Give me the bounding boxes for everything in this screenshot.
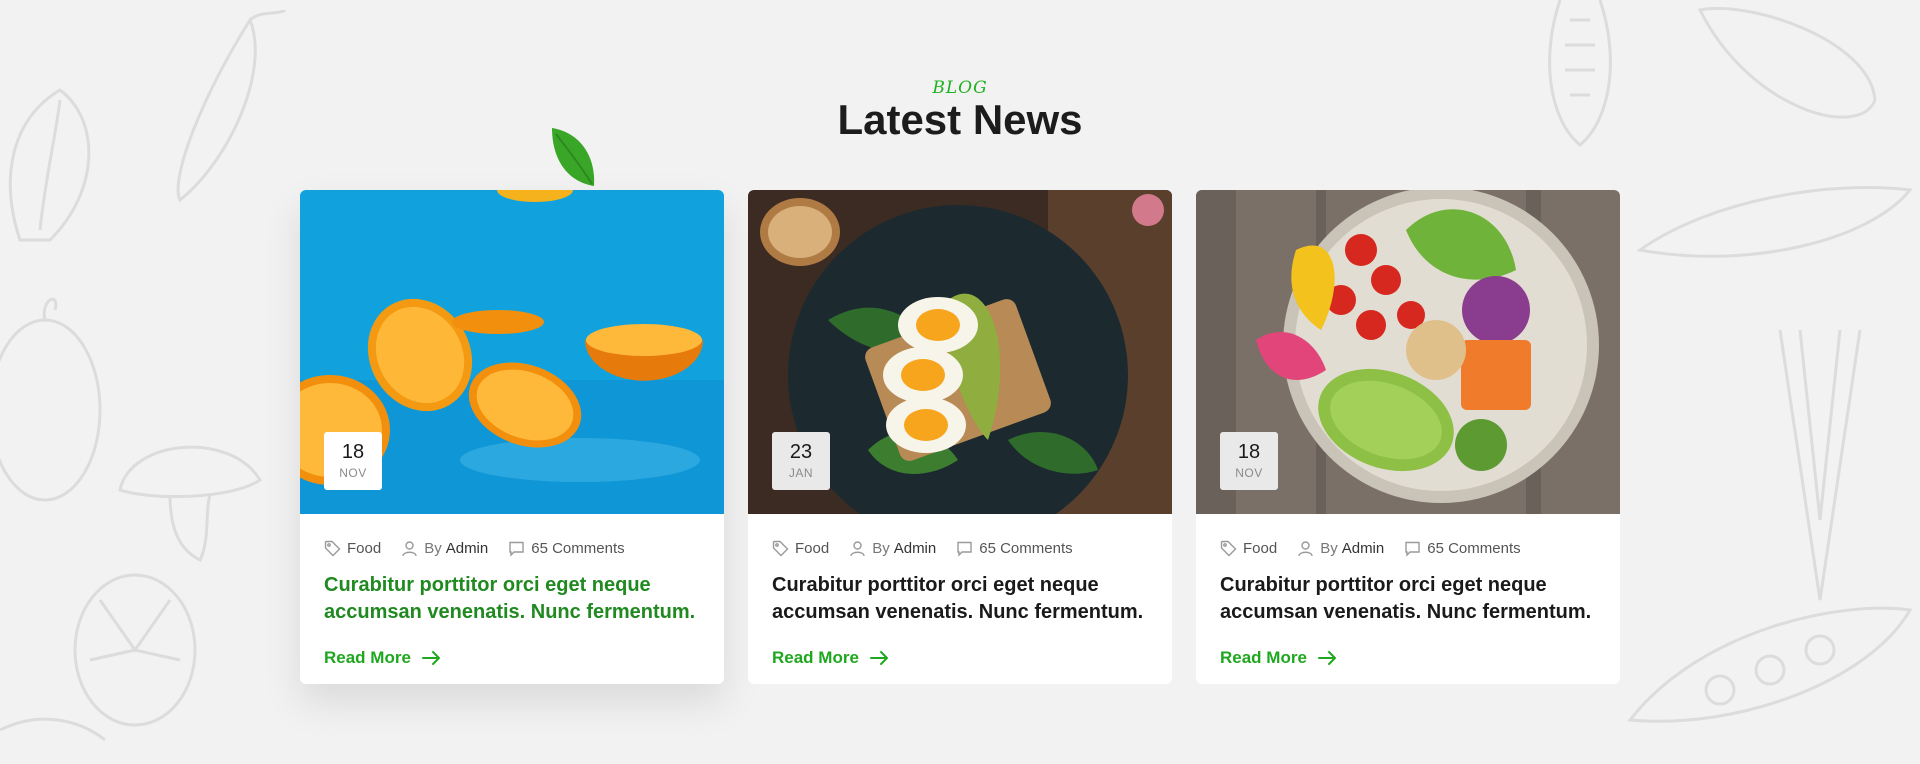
- user-icon: [850, 540, 865, 556]
- read-more-label: Read More: [772, 648, 859, 667]
- post-thumbnail[interactable]: 18 NOV: [300, 190, 724, 514]
- arrow-right-icon: [1317, 651, 1336, 665]
- date-badge: 18 NOV: [1220, 432, 1278, 490]
- comments-link[interactable]: 65 Comments: [956, 539, 1073, 557]
- comments-count: 65 Comments: [979, 539, 1073, 557]
- author-name: Admin: [1341, 539, 1385, 557]
- date-day: 23: [789, 441, 813, 463]
- date-month: NOV: [339, 466, 367, 480]
- post-thumbnail[interactable]: 23 JAN: [748, 190, 1172, 514]
- comments-link[interactable]: 65 Comments: [508, 539, 625, 557]
- comment-icon: [509, 541, 524, 557]
- section-title: Latest News: [837, 96, 1083, 143]
- tag-icon: [772, 540, 789, 556]
- post-title[interactable]: Curabitur porttitor orci eget neque accu…: [1220, 572, 1600, 626]
- read-more-label: Read More: [324, 648, 411, 667]
- date-month: JAN: [788, 466, 814, 480]
- tag-icon: [324, 540, 341, 556]
- card-body: Food By Admin 65 Comments Curabitur port…: [1196, 514, 1620, 668]
- post-meta: Food By Admin 65 Comments: [324, 538, 700, 558]
- date-badge: 23 JAN: [772, 432, 830, 490]
- comments-count: 65 Comments: [1427, 539, 1521, 557]
- post-thumbnail[interactable]: 18 NOV: [1196, 190, 1620, 514]
- read-more-link[interactable]: Read More: [1220, 648, 1337, 668]
- date-month: NOV: [1235, 466, 1263, 480]
- by-label: By: [872, 539, 890, 557]
- read-more-link[interactable]: Read More: [324, 648, 441, 668]
- post-meta: Food By Admin 65 Comments: [1220, 538, 1596, 558]
- author-link[interactable]: By Admin: [849, 540, 936, 557]
- category-link[interactable]: Food: [324, 540, 381, 557]
- author-name: Admin: [893, 539, 937, 557]
- comment-icon: [1405, 541, 1420, 557]
- read-more-label: Read More: [1220, 648, 1307, 667]
- author-link[interactable]: By Admin: [1297, 540, 1384, 557]
- arrow-right-icon: [421, 651, 440, 665]
- category-label: Food: [347, 539, 382, 557]
- leaf-decoration-icon: [552, 128, 595, 186]
- user-icon: [1298, 540, 1313, 556]
- by-label: By: [424, 539, 442, 557]
- date-day: 18: [1237, 441, 1261, 463]
- user-icon: [402, 540, 417, 556]
- post-title[interactable]: Curabitur porttitor orci eget neque accu…: [324, 572, 704, 626]
- card-body: Food By Admin 65 Comments Curabitur port…: [748, 514, 1172, 668]
- section-eyebrow: BLOG: [932, 78, 988, 98]
- tag-icon: [1220, 540, 1237, 556]
- by-label: By: [1320, 539, 1338, 557]
- news-cards: 18 NOV Food By Admin 65 Comments Curabit…: [300, 190, 1620, 684]
- author-link[interactable]: By Admin: [401, 540, 488, 557]
- comments-link[interactable]: 65 Comments: [1404, 539, 1521, 557]
- news-card: 18 NOV Food By Admin 65 Comments Curabit…: [1196, 190, 1620, 684]
- read-more-link[interactable]: Read More: [772, 648, 889, 668]
- post-title[interactable]: Curabitur porttitor orci eget neque accu…: [772, 572, 1152, 626]
- card-body: Food By Admin 65 Comments Curabitur port…: [300, 514, 724, 668]
- post-meta: Food By Admin 65 Comments: [772, 538, 1148, 558]
- news-card: 18 NOV Food By Admin 65 Comments Curabit…: [300, 190, 724, 684]
- date-day: 18: [341, 441, 365, 463]
- date-badge: 18 NOV: [324, 432, 382, 490]
- latest-news-section: BLOG Latest News 18 NOV Food By Admin 65…: [0, 0, 1920, 764]
- category-link[interactable]: Food: [772, 540, 829, 557]
- author-name: Admin: [445, 539, 489, 557]
- arrow-right-icon: [869, 651, 888, 665]
- category-link[interactable]: Food: [1220, 540, 1277, 557]
- news-card: 23 JAN Food By Admin 65 Comments Curabit…: [748, 190, 1172, 684]
- category-label: Food: [795, 539, 830, 557]
- category-label: Food: [1243, 539, 1278, 557]
- comments-count: 65 Comments: [531, 539, 625, 557]
- comment-icon: [957, 541, 972, 557]
